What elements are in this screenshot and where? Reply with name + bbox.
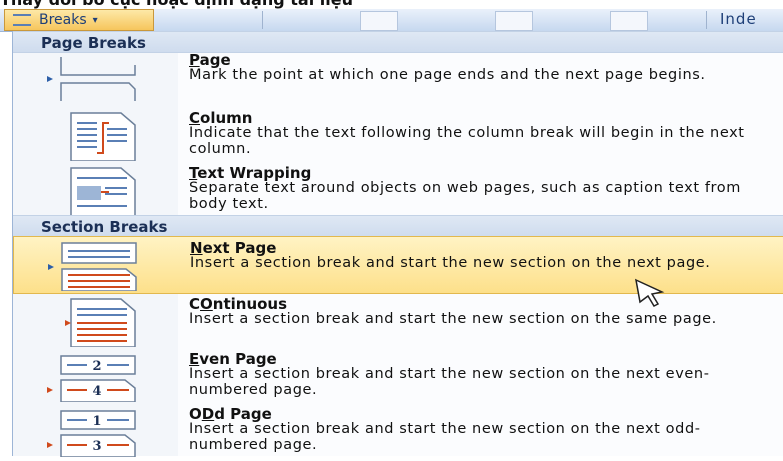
- page-borders-icon[interactable]: [610, 11, 648, 31]
- next-page-icon: [48, 242, 137, 291]
- mouse-pointer-icon: [635, 278, 665, 307]
- even-page-icon: 2 4: [47, 355, 136, 402]
- page-caption: Thay đổi bố cục hoặc định dạng tài liệu: [0, 0, 783, 9]
- breaks-label: Breaks: [39, 12, 87, 28]
- ribbon-separator: [706, 11, 707, 29]
- menu-item-column[interactable]: Column Indicate that the text following …: [13, 107, 783, 165]
- odd-page-icon: 1 3: [47, 410, 136, 457]
- index-tab-label[interactable]: Inde: [720, 10, 757, 28]
- menu-item-odd-page[interactable]: 1 3 ODd Page Insert a section break and …: [13, 403, 783, 461]
- svg-text:1: 1: [92, 414, 101, 429]
- menu-item-text-wrapping[interactable]: Text Wrapping Separate text around objec…: [13, 162, 783, 220]
- ribbon-separator: [262, 11, 263, 29]
- item-description: Insert a section break and start the new…: [190, 255, 711, 271]
- svg-text:3: 3: [92, 439, 101, 454]
- chevron-down-icon: ▾: [92, 14, 98, 26]
- page-color-icon[interactable]: [495, 11, 533, 31]
- breaks-dropdown-button[interactable]: Breaks ▾: [4, 9, 154, 31]
- menu-item-even-page[interactable]: 2 4 Even Page Insert a section break and…: [13, 348, 783, 406]
- watermark-icon[interactable]: [360, 11, 398, 31]
- svg-text:4: 4: [92, 384, 101, 399]
- item-description: Insert a section break and start the new…: [189, 311, 717, 327]
- breaks-menu: Page Breaks Page Mark the point at which…: [12, 31, 783, 457]
- column-break-icon: [70, 112, 136, 161]
- item-description: Insert a section break and start the new…: [189, 421, 701, 453]
- page-break-icon: [47, 57, 136, 101]
- item-description: Indicate that the text following the col…: [189, 125, 745, 157]
- section-breaks-header: Section Breaks: [13, 215, 783, 237]
- item-description: Insert a section break and start the new…: [189, 366, 710, 398]
- continuous-icon: [65, 298, 136, 347]
- item-description: Mark the point at which one page ends an…: [189, 67, 706, 83]
- breaks-icon: [13, 14, 31, 26]
- svg-text:2: 2: [92, 359, 101, 374]
- text-wrapping-icon: [70, 167, 136, 216]
- item-description: Separate text around objects on web page…: [189, 180, 741, 212]
- ribbon-toolbar: Breaks ▾ Inde: [0, 9, 783, 32]
- menu-item-page[interactable]: Page Mark the point at which one page en…: [13, 49, 783, 107]
